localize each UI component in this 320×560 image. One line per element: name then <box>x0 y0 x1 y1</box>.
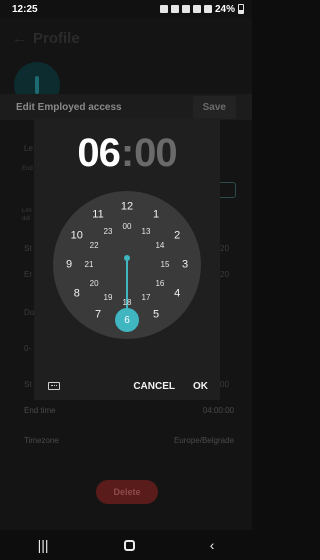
bg-label-dd: dd/ <box>22 216 31 222</box>
clock-number-13[interactable]: 13 <box>142 228 151 236</box>
back-icon[interactable]: ‹ <box>210 537 215 553</box>
status-time: 12:25 <box>12 3 38 15</box>
clock-number-22[interactable]: 22 <box>90 242 99 250</box>
back-arrow-icon[interactable]: ← <box>12 30 27 47</box>
clock-number-4[interactable]: 4 <box>174 288 180 300</box>
save-button[interactable]: Save <box>192 95 236 119</box>
nav-bar: ||| ‹ <box>0 530 252 560</box>
clock-center <box>124 255 130 261</box>
timezone-value: Europe/Belgrade <box>173 436 234 445</box>
bg-value-3: 00 <box>220 380 229 389</box>
clock-number-23[interactable]: 23 <box>104 228 113 236</box>
selected-hour[interactable]: 6 <box>115 308 139 332</box>
clock-number-12[interactable]: 12 <box>121 201 133 213</box>
clock-number-21[interactable]: 21 <box>85 261 94 269</box>
edit-title: Edit Employed access <box>16 101 122 113</box>
clock-number-5[interactable]: 5 <box>153 309 159 321</box>
status-bar: 12:25 24% <box>0 0 252 18</box>
clock-number-14[interactable]: 14 <box>155 242 164 250</box>
wifi-icon <box>192 5 201 13</box>
bg-label-lim: Lim <box>22 208 32 214</box>
alarm-icon <box>181 5 190 13</box>
bg-label-dash: 0- <box>24 344 32 353</box>
bg-label-end: End <box>22 166 33 172</box>
clock-number-20[interactable]: 20 <box>90 280 99 288</box>
time-picker-dialog: 06 : 00 6 12 1 2 3 4 5 7 8 9 10 11 00 13 14 15 16 17 18 19… <box>34 118 220 400</box>
delete-button[interactable]: Delete <box>96 480 158 504</box>
bg-label-st2: St <box>24 380 32 389</box>
end-time-row[interactable]: End time 04:00:00 <box>24 406 234 415</box>
clock-number-15[interactable]: 15 <box>161 261 170 269</box>
clock-number-16[interactable]: 16 <box>155 280 164 288</box>
lock-icon <box>170 5 179 13</box>
recent-apps-icon[interactable]: ||| <box>38 537 49 553</box>
end-time-label: End time <box>24 406 56 415</box>
home-icon[interactable] <box>123 539 135 551</box>
notification-icon <box>159 5 168 13</box>
bg-label-d: Do <box>24 308 35 317</box>
edit-bar: Edit Employed access Save <box>0 94 252 120</box>
time-separator: : <box>120 130 134 175</box>
clock-number-2[interactable]: 2 <box>174 230 180 242</box>
clock-face[interactable]: 6 12 1 2 3 4 5 7 8 9 10 11 00 13 14 15 16 17 18 19 20 21 22 23 <box>53 191 201 339</box>
timezone-label: Timezone <box>24 436 59 445</box>
ok-button[interactable]: OK <box>193 381 208 392</box>
clock-number-19[interactable]: 19 <box>104 293 113 302</box>
status-icons: 24% <box>159 3 244 15</box>
signal-icon <box>203 5 212 13</box>
time-header: 06 : 00 <box>34 126 220 180</box>
bg-label-st1: St <box>24 244 32 253</box>
back-row[interactable]: ← Profile <box>12 30 80 47</box>
hour-display[interactable]: 06 <box>77 131 120 176</box>
battery-percent: 24% <box>214 3 235 15</box>
end-time-value: 04:00:00 <box>202 406 234 415</box>
clock-number-10[interactable]: 10 <box>71 230 83 242</box>
minute-display[interactable]: 00 <box>134 131 177 176</box>
clock-number-7[interactable]: 7 <box>95 309 101 321</box>
page-title: Profile <box>33 30 80 47</box>
battery-icon <box>238 4 244 14</box>
dialog-actions: CANCEL OK <box>34 376 220 396</box>
bg-value-2: 20 <box>220 270 229 279</box>
cancel-button[interactable]: CANCEL <box>133 381 175 392</box>
clock-number-3[interactable]: 3 <box>182 259 188 271</box>
clock-number-8[interactable]: 8 <box>74 288 80 300</box>
bg-label-er: Er <box>24 270 32 279</box>
clock-number-9[interactable]: 9 <box>66 259 72 271</box>
clock-number-00[interactable]: 00 <box>123 223 132 231</box>
bg-label-le: Le <box>24 144 33 153</box>
clock-number-18[interactable]: 18 <box>123 299 132 307</box>
timezone-row[interactable]: Timezone Europe/Belgrade <box>24 436 234 445</box>
bg-value-1: 20 <box>220 244 229 253</box>
clock-number-17[interactable]: 17 <box>142 293 151 302</box>
keyboard-icon[interactable] <box>48 382 60 390</box>
clock-number-1[interactable]: 1 <box>153 209 159 220</box>
clock-number-11[interactable]: 11 <box>92 209 103 220</box>
